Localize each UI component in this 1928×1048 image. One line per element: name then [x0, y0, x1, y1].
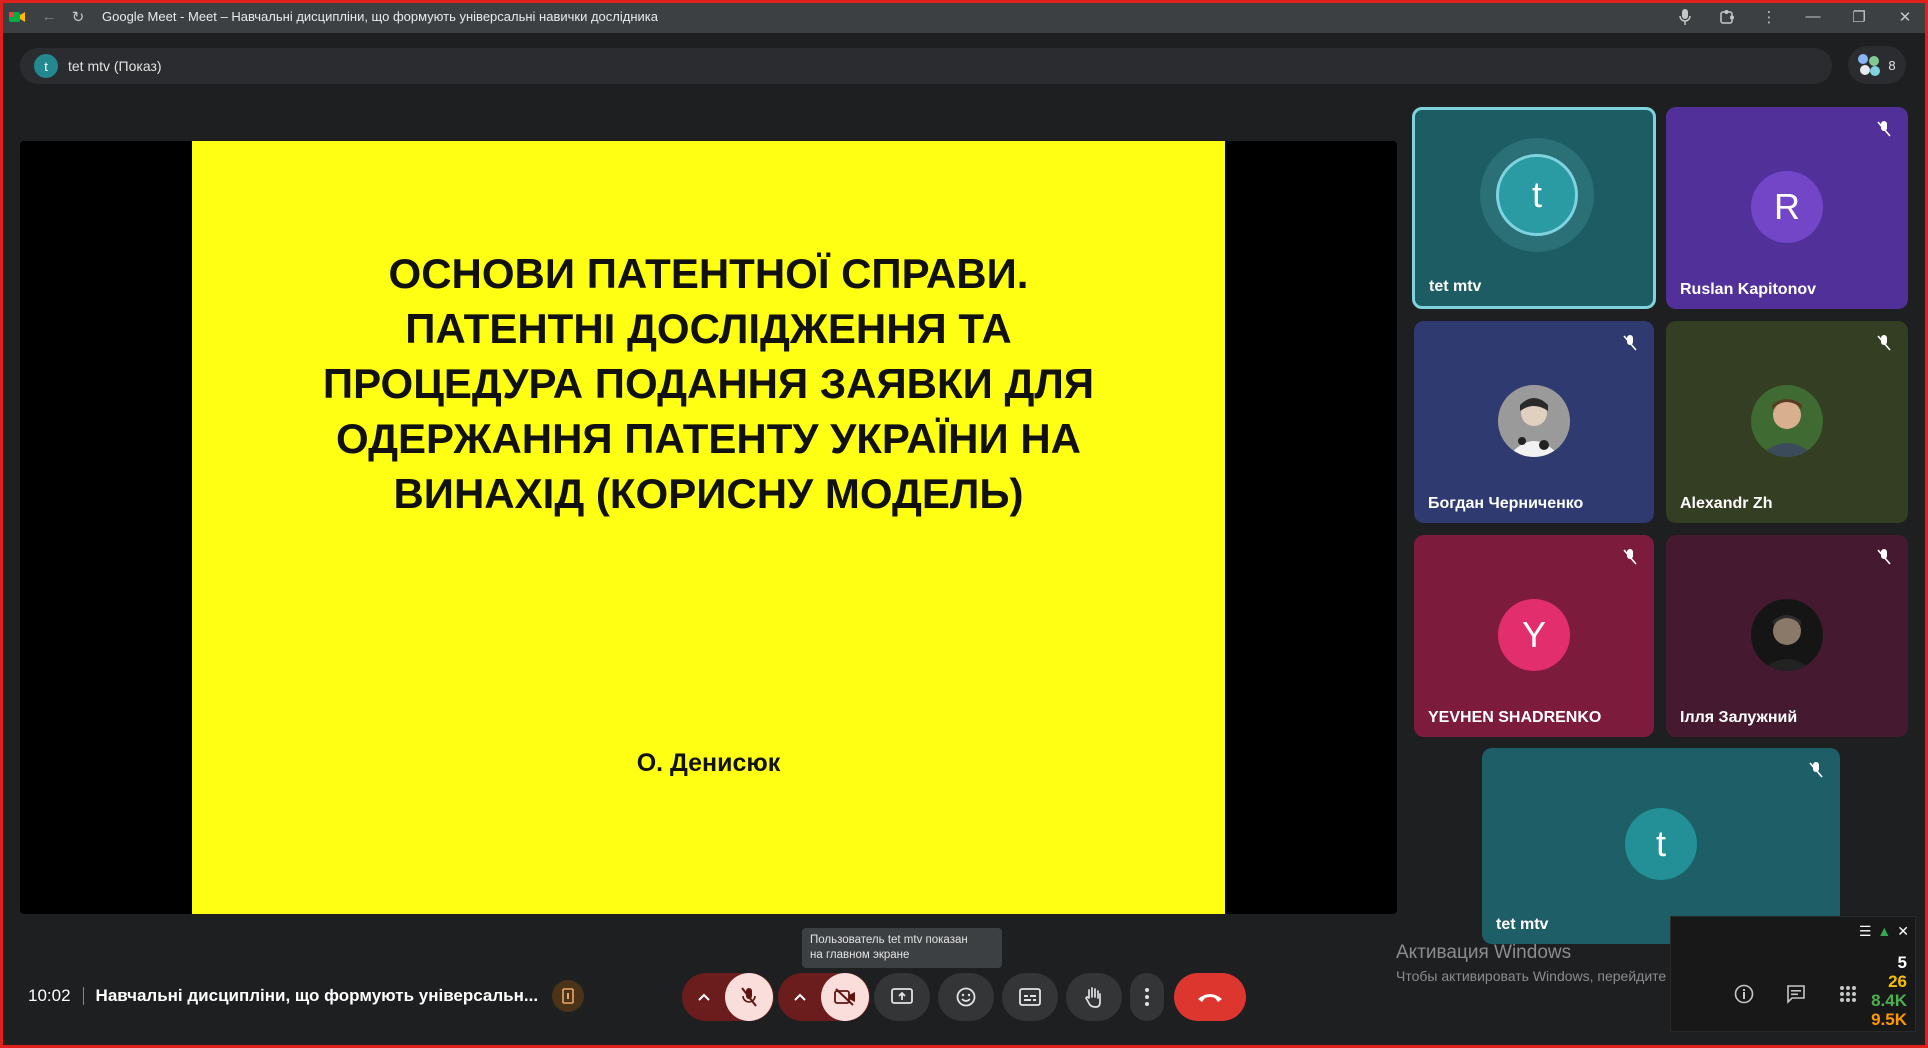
participant-name: Ruslan Kapitonov: [1680, 281, 1817, 298]
presenter-bar: t tet mtv (Показ): [20, 48, 1832, 84]
stats-overlay: ☰ ▲ ✕ 5 26 8.4K 9.5K: [1670, 916, 1916, 1032]
mic-options-chevron-icon[interactable]: [683, 973, 725, 1021]
reload-icon[interactable]: ↻: [64, 0, 92, 33]
participant-photo: [1751, 385, 1823, 457]
host-controls-icon: [562, 988, 574, 1004]
raise-hand-icon: [1085, 987, 1101, 1008]
camera-options-chevron-icon[interactable]: [779, 973, 821, 1021]
slide-title-line: ПРОЦЕДУРА ПОДАННЯ ЗАЯВКИ ДЛЯ: [322, 360, 1095, 407]
camera-off-icon: [834, 988, 855, 1006]
participant-name: Богдан Черниченко: [1428, 495, 1584, 512]
kebab-menu-icon[interactable]: ⋮: [1748, 0, 1790, 33]
captions-button[interactable]: [1002, 973, 1058, 1021]
participant-name: Alexandr Zh: [1680, 495, 1773, 512]
mic-off-icon: [1872, 117, 1896, 141]
minimize-icon[interactable]: —: [1790, 0, 1836, 33]
stat-value: 8.4K: [1871, 991, 1907, 1010]
captions-icon: [1019, 988, 1041, 1006]
camera-toggle-button[interactable]: [821, 973, 869, 1021]
stat-value: 26: [1888, 972, 1907, 991]
participant-avatar: t: [1625, 808, 1697, 880]
participants-count: 8: [1888, 57, 1896, 73]
present-screen-button[interactable]: [874, 973, 930, 1021]
host-controls-button[interactable]: [552, 980, 585, 1012]
taskbar-edge: [0, 1040, 1928, 1048]
participant-tile[interactable]: Y YEVHEN SHADRENKO: [1414, 535, 1654, 737]
presenter-avatar: t: [34, 54, 58, 78]
participants-button[interactable]: 8: [1848, 46, 1906, 84]
tooltip: Пользователь tet mtv показан на главном …: [802, 928, 1002, 968]
emoji-icon: [956, 987, 976, 1007]
participant-avatar: R: [1751, 171, 1823, 243]
meeting-time: 10:02: [28, 986, 71, 1005]
camera-control-group: [778, 973, 870, 1021]
mic-control-group: [682, 973, 774, 1021]
overlay-stats: 5 26 8.4K 9.5K: [1871, 953, 1907, 1029]
restore-icon[interactable]: ❐: [1836, 0, 1882, 33]
bottom-right-tools: [1732, 982, 1860, 1006]
presenter-label: tet mtv (Показ): [68, 58, 162, 74]
slide-title-line: ОДЕРЖАННЯ ПАТЕНТУ УКРАЇНИ НА: [335, 415, 1082, 462]
slide-title: ОСНОВИ ПАТЕНТНОЇ СПРАВИ. ПАТЕНТНІ ДОСЛІД…: [232, 246, 1185, 521]
tooltip-line: на главном экране: [810, 949, 910, 961]
mic-off-icon: [741, 987, 757, 1007]
participant-tile[interactable]: t tet mtv: [1482, 748, 1840, 944]
slide-title-line: ПАТЕНТНІ ДОСЛІДЖЕННЯ ТА: [405, 305, 1012, 352]
slide-author: О. Денисюк: [636, 749, 781, 777]
mic-off-icon: [1804, 758, 1828, 782]
participant-avatar: t: [1496, 154, 1578, 236]
raise-hand-button[interactable]: [1066, 973, 1122, 1021]
people-icon: [1858, 54, 1881, 76]
mic-off-icon: [1872, 545, 1896, 569]
tooltip-line: Пользователь tet mtv показан: [810, 934, 968, 946]
tab-title: Google Meet - Meet – Навчальні дисциплін…: [102, 9, 658, 24]
meeting-info: 10:02 Навчальні дисципліни, що формують …: [28, 980, 585, 1012]
participant-name: Ілля Залужний: [1680, 709, 1798, 726]
participant-tile[interactable]: t tet mtv: [1412, 107, 1656, 309]
presentation-slide: ОСНОВИ ПАТЕНТНОЇ СПРАВИ. ПАТЕНТНІ ДОСЛІД…: [192, 141, 1225, 914]
present-screen-icon: [891, 988, 913, 1004]
reactions-button[interactable]: [938, 973, 994, 1021]
stat-value: 9.5K: [1871, 1010, 1907, 1029]
back-arrow-icon[interactable]: ←: [34, 0, 64, 33]
activities-grid-icon[interactable]: [1836, 982, 1860, 1006]
divider: [82, 987, 84, 1005]
meeting-details-info-icon[interactable]: [1732, 982, 1756, 1006]
extensions-icon[interactable]: [1706, 0, 1748, 33]
leave-call-button[interactable]: [1174, 973, 1246, 1021]
presentation-stage[interactable]: ОСНОВИ ПАТЕНТНОЇ СПРАВИ. ПАТЕНТНІ ДОСЛІД…: [20, 141, 1397, 914]
participant-tile[interactable]: Ілля Залужний: [1666, 535, 1908, 737]
meeting-name: Навчальні дисципліни, що формують універ…: [95, 986, 539, 1005]
mic-toggle-button[interactable]: [725, 973, 773, 1021]
participant-tile[interactable]: Богдан Черниченко: [1414, 321, 1654, 523]
participant-name: YEVHEN SHADRENKO: [1428, 709, 1602, 726]
overlay-menu-icon[interactable]: ☰: [1859, 923, 1872, 940]
meet-favicon-icon: [0, 0, 34, 33]
mic-off-icon: [1618, 545, 1642, 569]
close-icon[interactable]: ✕: [1882, 0, 1928, 33]
participant-tile[interactable]: Alexandr Zh: [1666, 321, 1908, 523]
more-vert-icon: [1145, 988, 1149, 1006]
browser-titlebar: ← ↻ Google Meet - Meet – Навчальні дисци…: [0, 0, 1928, 33]
mic-off-icon: [1872, 331, 1896, 355]
participant-photo: [1751, 599, 1823, 671]
stat-value: 5: [1897, 953, 1907, 972]
slide-title-line: ВИНАХІД (КОРИСНУ МОДЕЛЬ): [393, 470, 1024, 517]
chat-icon[interactable]: [1784, 982, 1808, 1006]
overlay-controls: ☰ ▲ ✕: [1859, 923, 1909, 940]
overlay-close-icon[interactable]: ✕: [1897, 923, 1909, 940]
participant-tile[interactable]: R Ruslan Kapitonov: [1666, 107, 1908, 309]
participant-name: tet mtv: [1429, 278, 1482, 295]
hang-up-icon: [1198, 994, 1222, 1002]
participant-avatar: Y: [1498, 599, 1570, 671]
more-options-button[interactable]: [1130, 973, 1164, 1021]
microphone-icon[interactable]: [1664, 0, 1706, 33]
mic-off-icon: [1618, 331, 1642, 355]
overlay-triangle-icon[interactable]: ▲: [1877, 923, 1891, 940]
participant-photo: [1498, 385, 1570, 457]
slide-title-line: ОСНОВИ ПАТЕНТНОЇ СПРАВИ.: [388, 250, 1029, 297]
participant-name: tet mtv: [1496, 916, 1549, 933]
